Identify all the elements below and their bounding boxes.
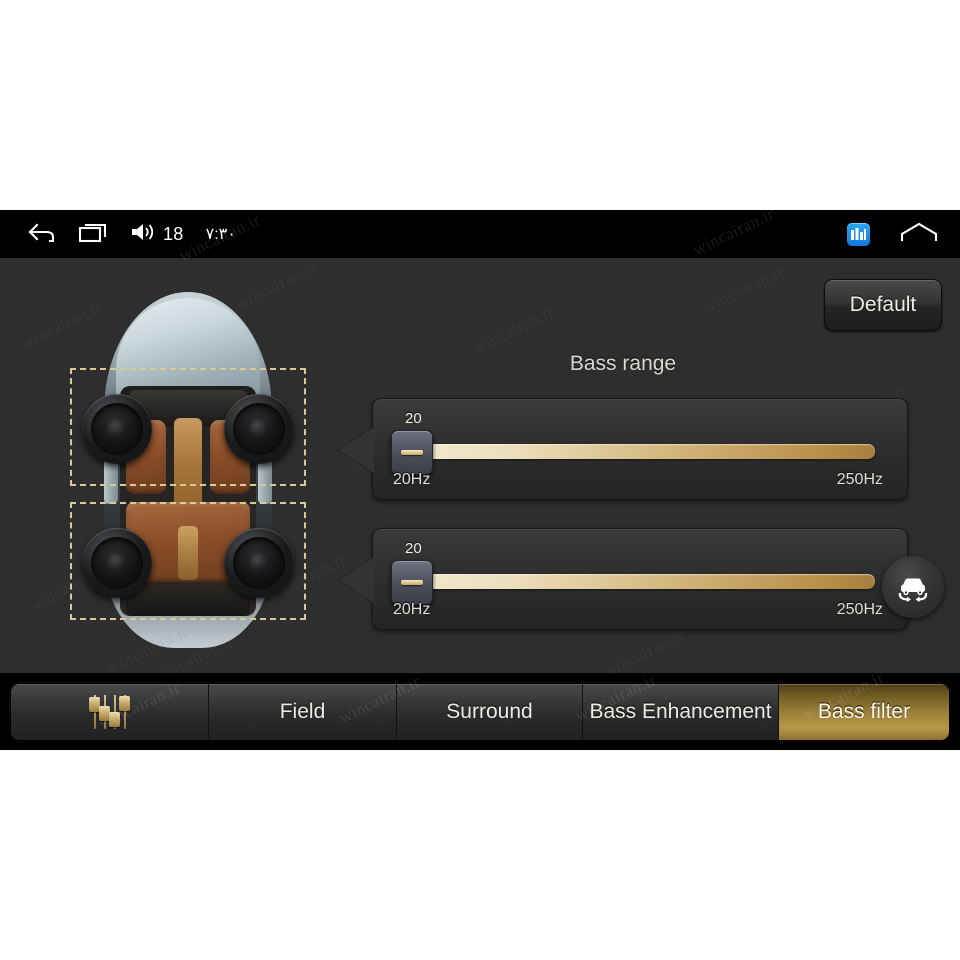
tab-bass-filter-label: Bass filter: [817, 700, 911, 723]
tab-field[interactable]: Field: [209, 684, 397, 740]
slider-max-label-2: 250Hz: [836, 601, 883, 618]
slider-max-label-1: 250Hz: [836, 471, 883, 488]
slider-thumb-2[interactable]: [391, 560, 433, 605]
slider-min-label-1: 20Hz: [393, 471, 431, 488]
slider-min-label-2: 20Hz: [393, 601, 431, 618]
slider-track-1[interactable]: [409, 444, 875, 459]
tab-bass-enhancement-label: Bass Enhancement: [589, 700, 772, 723]
home-icon[interactable]: [900, 221, 938, 248]
status-bar: 18 ۷:۳۰: [0, 210, 960, 258]
device-screen: 18 ۷:۳۰ wincairan.ir wincairan.ir wincai…: [0, 210, 960, 750]
tab-equalizer[interactable]: [11, 684, 209, 740]
speaker-front-right[interactable]: [224, 394, 294, 464]
slider-pointer-tail-2: [338, 557, 374, 603]
tab-field-label: Field: [279, 700, 326, 723]
volume-level: 18: [163, 223, 184, 244]
car-rotate-icon[interactable]: [882, 556, 944, 618]
equalizer-app-icon[interactable]: [847, 222, 870, 246]
slider-thumb-1[interactable]: [391, 430, 433, 475]
slider-value-1: 20: [405, 410, 422, 427]
tab-surround[interactable]: Surround: [397, 684, 583, 740]
bass-range-slider-1[interactable]: 20 20Hz 250Hz: [338, 398, 908, 500]
tab-bass-filter[interactable]: Bass filter: [779, 684, 949, 740]
clock: ۷:۳۰: [205, 226, 236, 243]
speaker-front-left[interactable]: [82, 394, 152, 464]
equalizer-icon: [89, 695, 130, 729]
speaker-rear-right[interactable]: [224, 528, 294, 598]
tab-bass-enhancement[interactable]: Bass Enhancement: [583, 684, 779, 740]
default-button-label: Default: [849, 293, 917, 316]
tab-surround-label: Surround: [446, 700, 533, 723]
volume-icon: [130, 221, 156, 248]
page-title: Bass range: [569, 352, 677, 375]
slider-value-2: 20: [405, 540, 422, 557]
bass-range-slider-2[interactable]: 20 20Hz 250Hz: [338, 528, 908, 630]
slider-track-2[interactable]: [409, 574, 875, 589]
car-speaker-diagram[interactable]: [62, 290, 314, 650]
default-button[interactable]: Default: [824, 279, 942, 331]
volume-indicator[interactable]: 18: [130, 221, 184, 248]
speaker-rear-left[interactable]: [82, 528, 152, 598]
main-content: wincairan.ir wincairan.ir wincairan.ir w…: [0, 258, 960, 687]
bottom-tab-bar: Field Surround Bass Enhancement Bass fil…: [0, 673, 960, 750]
back-arrow-icon[interactable]: [26, 221, 56, 248]
slider-pointer-tail-1: [338, 427, 374, 473]
recent-apps-icon[interactable]: [78, 221, 108, 248]
